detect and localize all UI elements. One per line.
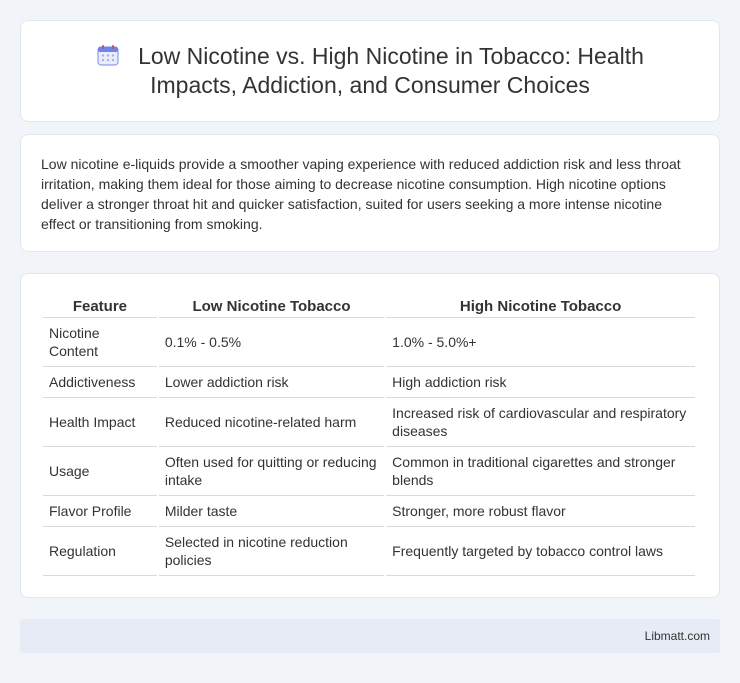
page: Low Nicotine vs. High Nicotine in Tobacc… — [0, 0, 740, 683]
header-feature: Feature — [43, 296, 157, 318]
table-cell: Nicotine Content — [43, 318, 157, 367]
summary-card: Low nicotine e-liquids provide a smoothe… — [20, 134, 720, 252]
header-high-nicotine: High Nicotine Tobacco — [386, 296, 695, 318]
table-cell: 1.0% - 5.0%+ — [386, 318, 695, 367]
table-row: Regulation Selected in nicotine reductio… — [43, 527, 695, 576]
header-low-nicotine: Low Nicotine Tobacco — [158, 296, 385, 318]
table-cell: Regulation — [43, 527, 157, 576]
comparison-card: Feature Low Nicotine Tobacco High Nicoti… — [20, 273, 720, 598]
table-cell: 0.1% - 0.5% — [158, 318, 385, 367]
comparison-table: Feature Low Nicotine Tobacco High Nicoti… — [41, 296, 697, 576]
table-cell: Usage — [43, 447, 157, 496]
table-cell: Often used for quitting or reducing inta… — [158, 447, 385, 496]
table-cell: Selected in nicotine reduction policies — [158, 527, 385, 576]
table-row: Usage Often used for quitting or reducin… — [43, 447, 695, 496]
table-cell: Lower addiction risk — [158, 367, 385, 398]
table-cell: Stronger, more robust flavor — [386, 496, 695, 527]
calendar-icon — [96, 43, 120, 67]
page-title: Low Nicotine vs. High Nicotine in Tobacc… — [61, 42, 679, 100]
table-cell: Flavor Profile — [43, 496, 157, 527]
table-row: Addictiveness Lower addiction risk High … — [43, 367, 695, 398]
header-card: Low Nicotine vs. High Nicotine in Tobacc… — [20, 20, 720, 122]
table-row: Flavor Profile Milder taste Stronger, mo… — [43, 496, 695, 527]
table-cell: Frequently targeted by tobacco control l… — [386, 527, 695, 576]
table-row: Health Impact Reduced nicotine-related h… — [43, 398, 695, 447]
table-cell: Common in traditional cigarettes and str… — [386, 447, 695, 496]
table-cell: Increased risk of cardiovascular and res… — [386, 398, 695, 447]
page-title-text: Low Nicotine vs. High Nicotine in Tobacc… — [138, 43, 644, 98]
table-cell: Milder taste — [158, 496, 385, 527]
table-cell: Reduced nicotine-related harm — [158, 398, 385, 447]
table-cell: High addiction risk — [386, 367, 695, 398]
summary-text: Low nicotine e-liquids provide a smoothe… — [41, 156, 681, 232]
table-cell: Addictiveness — [43, 367, 157, 398]
table-row: Nicotine Content 0.1% - 0.5% 1.0% - 5.0%… — [43, 318, 695, 367]
table-cell: Health Impact — [43, 398, 157, 447]
footer: Libmatt.com — [20, 619, 720, 653]
footer-brand-link[interactable]: Libmatt.com — [645, 629, 710, 643]
table-header-row: Feature Low Nicotine Tobacco High Nicoti… — [43, 296, 695, 318]
